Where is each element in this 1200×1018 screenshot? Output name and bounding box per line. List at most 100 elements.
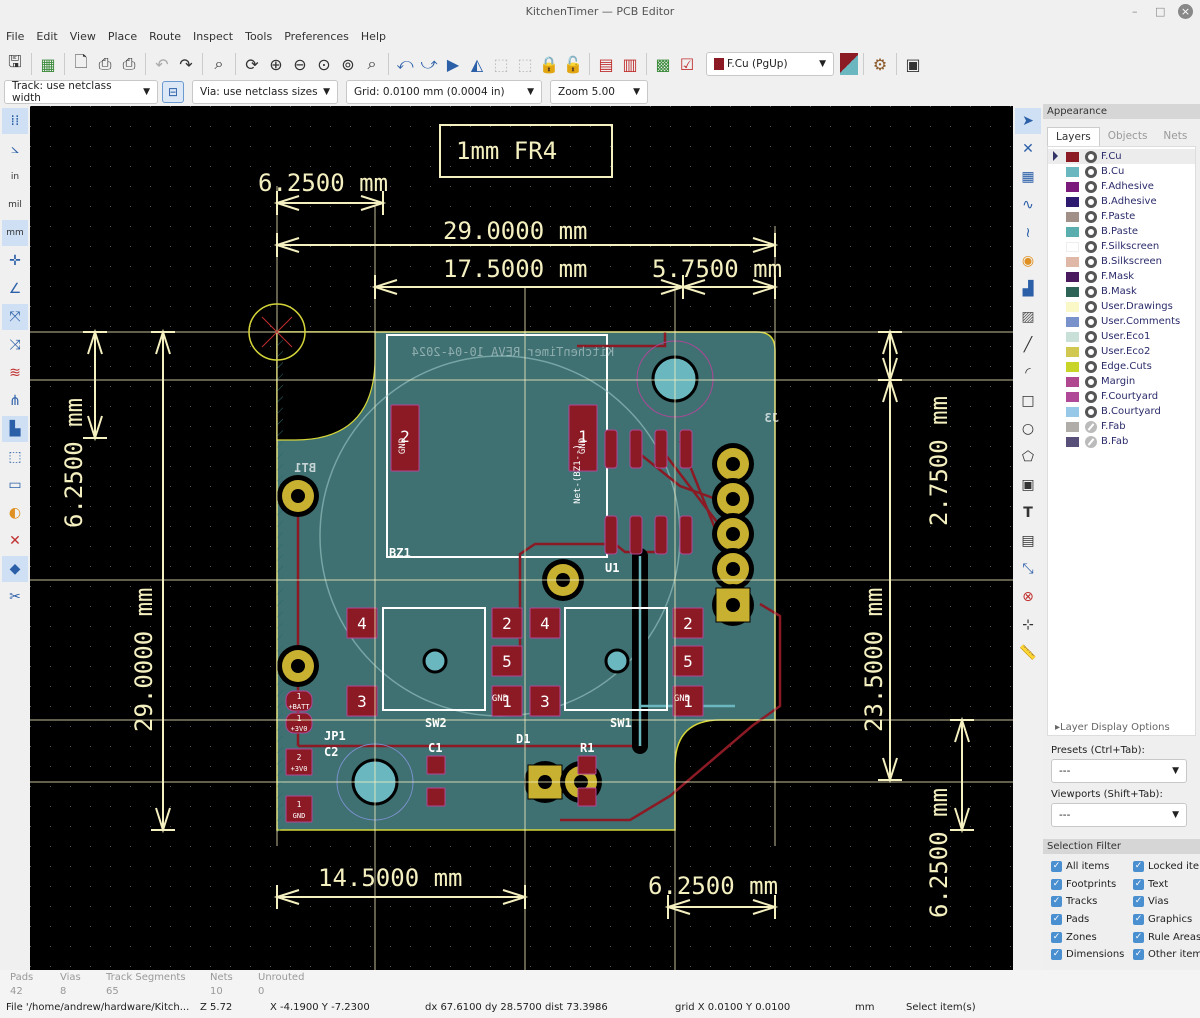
add-footprint-icon[interactable]: ▦ (1015, 164, 1041, 190)
layers-manager-icon[interactable]: ◆ (2, 556, 28, 582)
pcb-canvas[interactable]: 4 2 4 2 5 5 3 1 3 1 2 1 1 1 2 1 GND GND GND GND Net-(BZ1--) +… (30, 106, 1013, 970)
checkbox-checked-icon[interactable]: ✓ (1133, 861, 1144, 873)
layer-color-swatch[interactable] (1066, 151, 1079, 162)
checkbox-checked-icon[interactable]: ✓ (1133, 878, 1144, 890)
tune-length-icon[interactable]: ≀ (1015, 220, 1041, 246)
track-outline-icon[interactable]: ≋ (2, 360, 28, 386)
flip-icon[interactable]: ▶ (442, 53, 464, 75)
filter-dimensions[interactable]: ✓ Dimensions (1051, 946, 1133, 964)
ic-pad[interactable] (604, 429, 618, 469)
units-mm-icon[interactable]: mm (2, 220, 28, 246)
close-button[interactable]: × (1178, 4, 1193, 19)
tab-nets[interactable]: Nets (1155, 127, 1195, 146)
layer-color-swatch[interactable] (1066, 346, 1079, 357)
smd-pad[interactable] (426, 787, 446, 807)
layer-row-user-eco2[interactable]: User.Eco2 (1048, 344, 1195, 359)
zone-fill-icon[interactable]: ▙ (2, 416, 28, 442)
layer-color-swatch[interactable] (1066, 361, 1079, 372)
eye-icon[interactable] (1085, 375, 1097, 388)
pad-outline-icon[interactable]: ▭ (2, 472, 28, 498)
refresh-icon[interactable]: ⟳ (241, 53, 263, 75)
add-via-icon[interactable]: ◉ (1015, 248, 1041, 274)
zoom-in-icon[interactable]: ⊕ (265, 53, 287, 75)
ic-pad[interactable] (679, 515, 693, 555)
save-icon[interactable]: 🖫 (4, 52, 26, 75)
menu-edit[interactable]: Edit (30, 28, 63, 46)
unlock-icon[interactable]: 🔓 (562, 53, 584, 75)
layer-row-b-cu[interactable]: B.Cu (1048, 164, 1195, 179)
add-zone-icon[interactable]: ▟ (1015, 276, 1041, 302)
add-text-icon[interactable]: T (1015, 500, 1041, 526)
ic-pad[interactable] (629, 429, 643, 469)
auto-track-width-icon[interactable]: ⊟ (162, 81, 184, 103)
eye-icon[interactable] (1085, 165, 1097, 178)
maximize-button[interactable]: □ (1155, 5, 1165, 18)
filter-tracks[interactable]: ✓ Tracks (1051, 893, 1133, 911)
checkbox-checked-icon[interactable]: ✓ (1133, 931, 1144, 943)
layer-row-f-mask[interactable]: F.Mask (1048, 269, 1195, 284)
scripting-icon[interactable]: ⚙ (869, 53, 891, 75)
smd-pad[interactable] (577, 787, 597, 807)
layer-row-f-paste[interactable]: F.Paste (1048, 209, 1195, 224)
layer-color-swatch[interactable] (1066, 376, 1079, 387)
checkbox-checked-icon[interactable]: ✓ (1051, 861, 1062, 873)
page-settings-icon[interactable]: 🗋 (70, 52, 92, 75)
layer-row-b-silkscreen[interactable]: B.Silkscreen (1048, 254, 1195, 269)
menu-file[interactable]: File (0, 28, 30, 46)
layer-row-user-comments[interactable]: User.Comments (1048, 314, 1195, 329)
layer-color-swatch[interactable] (1066, 436, 1079, 447)
eye-icon[interactable] (1085, 210, 1097, 223)
eye-off-icon[interactable] (1085, 435, 1097, 448)
eye-icon[interactable] (1085, 330, 1097, 343)
checkbox-checked-icon[interactable]: ✓ (1133, 896, 1144, 908)
undo-icon[interactable]: ↶ (151, 53, 173, 75)
tab-layers[interactable]: Layers (1047, 127, 1100, 146)
eye-off-icon[interactable] (1085, 420, 1097, 433)
zoom-select[interactable]: Zoom 5.00 ▼ (550, 80, 648, 104)
draw-circle-icon[interactable]: ○ (1015, 416, 1041, 442)
layer-color-swatch[interactable] (1066, 391, 1079, 402)
add-textbox-icon[interactable]: ▤ (1015, 528, 1041, 554)
rule-area-icon[interactable]: ▨ (1015, 304, 1041, 330)
via-size-select[interactable]: Via: use netclass sizes ▼ (192, 80, 338, 104)
filter-footprints[interactable]: ✓ Footprints (1051, 876, 1133, 894)
local-ratsnest-icon[interactable]: ✕ (1015, 136, 1041, 162)
tools-icon[interactable]: ✂ (2, 584, 28, 610)
layer-color-swatch[interactable] (1066, 196, 1079, 207)
mirror-icon[interactable]: ◭ (466, 53, 488, 75)
layer-row-user-drawings[interactable]: User.Drawings (1048, 299, 1195, 314)
filter-zones[interactable]: ✓ Zones (1051, 928, 1133, 946)
ic-pad[interactable] (654, 429, 668, 469)
layer-color-swatch[interactable] (1066, 211, 1079, 222)
smd-pad[interactable] (426, 755, 446, 775)
filter-rule-areas[interactable]: ✓ Rule Areas (1133, 928, 1200, 946)
layer-select[interactable]: F.Cu (PgUp) ▼ (706, 52, 834, 76)
layer-color-swatch[interactable] (1066, 271, 1079, 282)
rotate-ccw-icon[interactable]: ⤺ (394, 53, 416, 75)
layer-row-f-cu[interactable]: F.Cu (1048, 149, 1195, 164)
checkbox-checked-icon[interactable]: ✓ (1051, 878, 1062, 890)
net-highlight-icon[interactable]: ✕ (2, 528, 28, 554)
pcb-drawing[interactable]: 4 2 4 25 53 1 3 12 11121GND GNDGND GNDNet-(BZ1--)+… (30, 106, 1013, 970)
layer-row-edge-cuts[interactable]: Edge.Cuts (1048, 359, 1195, 374)
lock-icon[interactable]: 🔒 (538, 53, 560, 75)
filter-vias[interactable]: ✓ Vias (1133, 893, 1200, 911)
eye-icon[interactable] (1085, 405, 1097, 418)
menu-inspect[interactable]: Inspect (187, 28, 239, 46)
layer-row-f-fab[interactable]: F.Fab (1048, 419, 1195, 434)
eye-icon[interactable] (1085, 360, 1097, 373)
layer-row-b-fab[interactable]: B.Fab (1048, 434, 1195, 449)
measure-icon[interactable]: 📏 (1015, 640, 1041, 666)
units-inch-icon[interactable]: in (2, 164, 28, 190)
layer-color-swatch[interactable] (1066, 166, 1079, 177)
cursor-shape-icon[interactable]: ✛ (2, 248, 28, 274)
bom-icon[interactable]: ▥ (619, 53, 641, 75)
route-track-icon[interactable]: ∿ (1015, 192, 1041, 218)
console-icon[interactable]: ▣ (902, 53, 924, 75)
smd-pad[interactable] (577, 755, 597, 775)
grid-select[interactable]: Grid: 0.0100 mm (0.0004 in) ▼ (346, 80, 542, 104)
filter-all-items[interactable]: ✓ All items (1051, 858, 1133, 876)
curved-ratsnest-icon[interactable]: ⤨ (2, 332, 28, 358)
zoom-out-icon[interactable]: ⊖ (289, 53, 311, 75)
grid-toggle-icon[interactable]: ⁞⁞ (2, 108, 28, 134)
